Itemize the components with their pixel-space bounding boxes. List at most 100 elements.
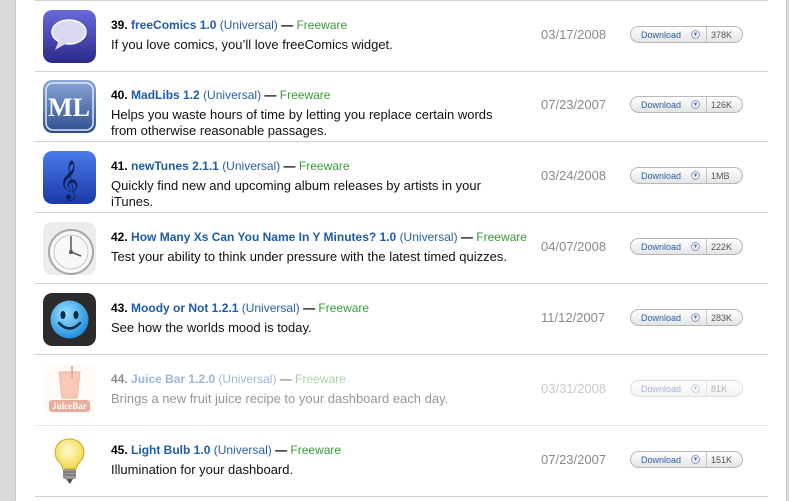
divider	[706, 168, 707, 183]
svg-text:ML: ML	[48, 93, 90, 122]
list-item: 𝄞 41. newTunes 2.1.1 (Universal) — Freew…	[35, 142, 768, 213]
moody-thumbnail[interactable]	[43, 293, 96, 346]
item-name-link[interactable]: MadLibs 1.2	[131, 88, 200, 102]
lightbulb-thumbnail[interactable]	[43, 435, 96, 488]
list-item: JuiceBar 44. Juice Bar 1.2.0 (Universal)…	[35, 355, 768, 426]
chevron-down-icon: ▼	[691, 30, 700, 39]
download-button[interactable]: Download ▼ 378K	[630, 26, 743, 43]
item-date: 03/31/2008	[541, 381, 607, 396]
divider	[706, 381, 707, 396]
item-title: 45. Light Bulb 1.0 (Universal) — Freewar…	[111, 443, 341, 457]
download-label: Download	[641, 455, 682, 465]
juicebar-thumbnail[interactable]: JuiceBar	[43, 364, 96, 417]
freecomics-thumbnail[interactable]	[43, 10, 96, 63]
item-number: 43.	[111, 301, 128, 315]
newtunes-thumbnail[interactable]: 𝄞	[43, 151, 96, 204]
file-size: 378K	[711, 30, 733, 40]
license-label: Freeware	[318, 301, 370, 315]
item-number: 44.	[111, 372, 128, 386]
download-button[interactable]: Download ▼ 126K	[630, 96, 743, 113]
widget-list-panel: 39. freeComics 1.0 (Universal) — Freewar…	[15, 0, 787, 501]
list-item: 43. Moody or Not 1.2.1 (Universal) — Fre…	[35, 284, 768, 355]
universal-tag: (Universal)	[399, 230, 458, 244]
download-button[interactable]: Download ▼ 81K	[630, 380, 743, 397]
item-number: 42.	[111, 230, 128, 244]
item-number: 45.	[111, 443, 128, 457]
separator-dash: —	[279, 372, 292, 386]
separator-dash: —	[281, 18, 294, 32]
separator-dash: —	[303, 301, 316, 315]
download-label: Download	[641, 242, 682, 252]
download-label: Download	[641, 313, 682, 323]
item-date: 11/12/2007	[541, 310, 606, 325]
download-button[interactable]: Download ▼ 222K	[630, 238, 743, 255]
item-number: 39.	[111, 18, 128, 32]
item-name-link[interactable]: How Many Xs Can You Name In Y Minutes? 1…	[131, 230, 396, 244]
item-name-link[interactable]: Moody or Not 1.2.1	[131, 301, 238, 315]
chevron-down-icon: ▼	[691, 313, 700, 322]
madlibs-thumbnail[interactable]: ML	[43, 80, 96, 133]
chevron-down-icon: ▼	[691, 455, 700, 464]
license-label: Freeware	[295, 372, 346, 386]
download-label: Download	[641, 100, 682, 110]
download-label: Download	[641, 171, 682, 181]
item-name-link[interactable]: freeComics 1.0	[131, 18, 216, 32]
item-description: Illumination for your dashboard.	[111, 462, 294, 477]
chevron-down-icon: ▼	[691, 384, 700, 393]
item-description: Test your ability to think under pressur…	[111, 249, 507, 264]
item-description: Brings a new fruit juice recipe to your …	[111, 391, 449, 406]
item-date: 03/17/2008	[541, 27, 607, 42]
license-label: Freeware	[279, 88, 331, 102]
svg-text:JuiceBar: JuiceBar	[52, 401, 87, 411]
item-name-link[interactable]: Light Bulb 1.0	[131, 443, 210, 457]
license-label: Freeware	[476, 230, 527, 244]
item-name-link[interactable]: Juice Bar 1.2.0	[131, 372, 215, 386]
download-button[interactable]: Download ▼ 151K	[630, 451, 743, 468]
list-item: 45. Light Bulb 1.0 (Universal) — Freewar…	[35, 426, 768, 497]
chevron-down-icon: ▼	[691, 100, 700, 109]
divider	[706, 239, 707, 254]
file-size: 222K	[711, 242, 733, 252]
divider	[706, 452, 707, 467]
item-date: 07/23/2007	[541, 452, 607, 467]
file-size: 126K	[711, 100, 733, 110]
svg-text:𝄞: 𝄞	[59, 160, 79, 201]
separator-dash: —	[264, 88, 277, 102]
file-size: 81K	[711, 384, 728, 394]
universal-tag: (Universal)	[203, 88, 262, 102]
divider	[706, 97, 707, 112]
divider	[706, 27, 707, 42]
list-item: ML 40. MadLibs 1.2 (Universal) — Freewar…	[35, 71, 768, 142]
universal-tag: (Universal)	[241, 301, 300, 315]
chevron-down-icon: ▼	[691, 242, 700, 251]
universal-tag: (Universal)	[213, 443, 272, 457]
separator-dash: —	[275, 443, 288, 457]
item-title: 40. MadLibs 1.2 (Universal) — Freeware	[111, 88, 330, 102]
file-size: 283K	[711, 313, 733, 323]
separator-dash: —	[283, 159, 296, 173]
list-item: 39. freeComics 1.0 (Universal) — Freewar…	[35, 0, 768, 72]
separator-dash: —	[460, 230, 473, 244]
item-description: Helps you waste hours of time by letting…	[111, 107, 493, 138]
stopwatch-thumbnail[interactable]	[43, 222, 96, 275]
item-title: 43. Moody or Not 1.2.1 (Universal) — Fre…	[111, 301, 369, 315]
universal-tag: (Universal)	[222, 159, 281, 173]
item-number: 40.	[111, 88, 128, 102]
file-size: 1MB	[711, 171, 730, 181]
item-title: 41. newTunes 2.1.1 (Universal) — Freewar…	[111, 159, 350, 173]
license-label: Freeware	[290, 443, 342, 457]
license-label: Freeware	[296, 18, 348, 32]
item-name-link[interactable]: newTunes 2.1.1	[131, 159, 219, 173]
divider	[706, 310, 707, 325]
list-item: 42. How Many Xs Can You Name In Y Minute…	[35, 213, 768, 284]
download-label: Download	[641, 384, 682, 394]
item-title: 42. How Many Xs Can You Name In Y Minute…	[111, 230, 527, 244]
download-button[interactable]: Download ▼ 1MB	[630, 167, 743, 184]
item-description: Quickly find new and upcoming album rele…	[111, 178, 481, 209]
item-description: See how the worlds mood is today.	[111, 320, 312, 335]
file-size: 151K	[711, 455, 733, 465]
universal-tag: (Universal)	[218, 372, 277, 386]
chevron-down-icon: ▼	[691, 171, 700, 180]
download-button[interactable]: Download ▼ 283K	[630, 309, 743, 326]
license-label: Freeware	[298, 159, 350, 173]
